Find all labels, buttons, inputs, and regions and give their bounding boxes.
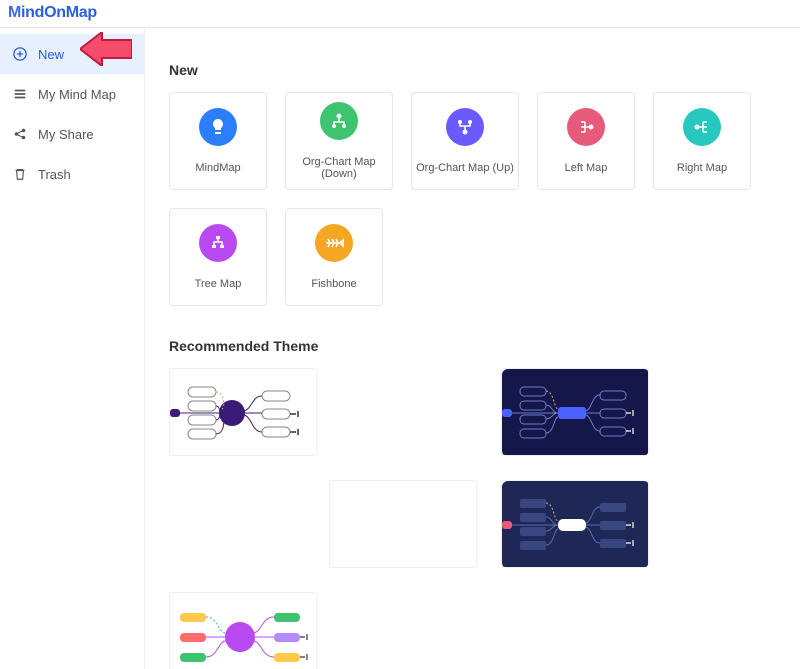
org-down-icon <box>320 102 358 140</box>
sidebar: New My Mind Map My Share Trash <box>0 28 145 669</box>
mindmap-icon <box>199 108 237 146</box>
template-cards: MindMap Org-Chart Map (Down) Org-Chart M… <box>169 92 776 306</box>
template-label: MindMap <box>195 162 240 174</box>
tree-map-icon <box>199 224 237 262</box>
app-logo: MMindOnMapindOnMap <box>8 4 97 21</box>
list-icon <box>12 86 28 102</box>
trash-icon <box>12 166 28 182</box>
template-fishbone[interactable]: Fishbone <box>285 208 383 306</box>
left-map-icon <box>567 108 605 146</box>
section-title-themes: Recommended Theme <box>169 338 776 354</box>
theme-light-colorful[interactable] <box>169 592 317 669</box>
theme-dark-navy[interactable] <box>501 368 649 456</box>
sidebar-item-my-mind-map[interactable]: My Mind Map <box>0 74 144 114</box>
sidebar-item-my-share[interactable]: My Share <box>0 114 144 154</box>
template-tree-map[interactable]: Tree Map <box>169 208 267 306</box>
template-label: Fishbone <box>311 278 356 290</box>
fishbone-icon <box>315 224 353 262</box>
theme-light-purple[interactable] <box>169 368 317 456</box>
template-mindmap[interactable]: MindMap <box>169 92 267 190</box>
sidebar-item-label: My Share <box>38 127 94 142</box>
template-org-up[interactable]: Org-Chart Map (Up) <box>411 92 519 190</box>
theme-dark-navy-2[interactable] <box>501 480 649 568</box>
theme-blank[interactable] <box>329 480 477 568</box>
app-layout: New My Mind Map My Share Trash New <box>0 28 800 669</box>
template-left-map[interactable]: Left Map <box>537 92 635 190</box>
sidebar-item-label: New <box>38 47 64 62</box>
plus-circle-icon <box>12 46 28 62</box>
template-org-down[interactable]: Org-Chart Map (Down) <box>285 92 393 190</box>
sidebar-item-new[interactable]: New <box>0 34 144 74</box>
template-label: Left Map <box>565 162 608 174</box>
template-label: Org-Chart Map (Up) <box>416 162 514 174</box>
app-header: MMindOnMapindOnMap <box>0 0 800 28</box>
template-label: Right Map <box>677 162 727 174</box>
sidebar-item-label: My Mind Map <box>38 87 116 102</box>
right-map-icon <box>683 108 721 146</box>
section-title-new: New <box>169 62 776 78</box>
org-up-icon <box>446 108 484 146</box>
share-icon <box>12 126 28 142</box>
main-content: New MindMap Org-Chart Map (Down) Org-Cha… <box>145 28 800 669</box>
sidebar-item-label: Trash <box>38 167 71 182</box>
sidebar-item-trash[interactable]: Trash <box>0 154 144 194</box>
template-label: Org-Chart Map (Down) <box>286 156 392 180</box>
template-label: Tree Map <box>195 278 242 290</box>
theme-list <box>169 368 776 669</box>
template-right-map[interactable]: Right Map <box>653 92 751 190</box>
